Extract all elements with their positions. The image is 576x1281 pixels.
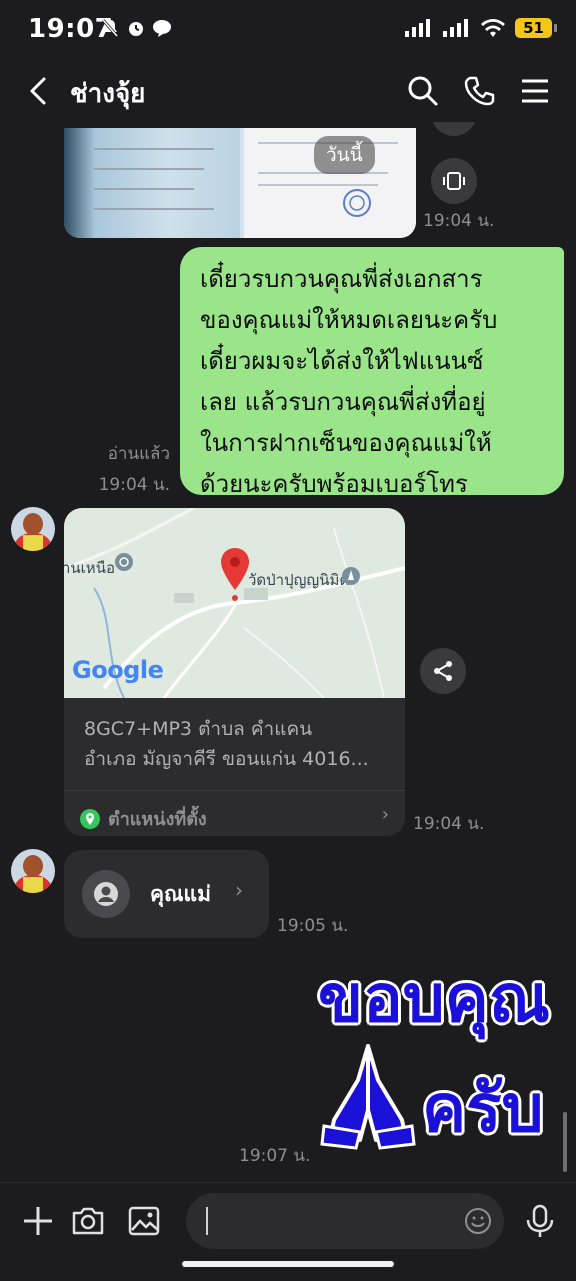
message-input[interactable]	[186, 1193, 504, 1249]
screenshot-button[interactable]	[431, 158, 477, 204]
plus-icon[interactable]	[20, 1203, 56, 1239]
message-line: ด้วยนะครับพร้อมเบอร์โทร	[200, 470, 468, 498]
avatar[interactable]	[11, 849, 55, 893]
emoji-icon[interactable]	[464, 1207, 492, 1235]
contact-name: คุณแม่	[150, 882, 211, 906]
praying-hands-icon	[320, 1044, 416, 1150]
message-time: 19:04 น.	[413, 814, 485, 834]
sticker-text: ครับ	[422, 1070, 544, 1147]
contact-message[interactable]: คุณแม่ ›	[64, 850, 269, 938]
status-notification-icons	[100, 18, 172, 38]
chat-title[interactable]: ช่างจุ้ย	[70, 73, 145, 114]
location-footer[interactable]: ตำแหน่งที่ตั้ง	[80, 804, 207, 833]
chevron-right-icon: ›	[235, 878, 243, 902]
status-system-icons: 51	[405, 18, 557, 38]
location-address: 8GC7+MP3 ตำบล คำแคน อำเภอ มัญจาคีรี ขอนแ…	[84, 714, 384, 774]
location-message[interactable]: านเหนือ วัดป่าปุญญนิมิต Google 8GC7+MP3 …	[64, 508, 405, 836]
person-icon	[94, 882, 118, 906]
camera-icon[interactable]	[70, 1203, 106, 1239]
date-chip: วันนี้	[314, 136, 375, 174]
message-line: เดี๋ยวรบกวนคุณพี่ส่งเอกสาร	[200, 265, 483, 293]
address-line: 8GC7+MP3 ตำบล คำแคน	[84, 718, 313, 740]
location-footer-label: ตำแหน่งที่ตั้ง	[108, 809, 207, 830]
map-label: านเหนือ	[64, 559, 115, 577]
signal-icon	[443, 19, 469, 37]
message-line: เดี๋ยวผมจะได้ส่งให้ไฟแนนซ์	[200, 347, 484, 375]
map-preview[interactable]: านเหนือ วัดป่าปุญญนิมิต Google	[64, 508, 405, 698]
image-message[interactable]: วันนี้	[64, 128, 416, 238]
menu-icon[interactable]	[518, 74, 552, 108]
status-bar: 19:07 51	[0, 0, 576, 60]
chevron-right-icon: ›	[381, 804, 389, 825]
message-time: 19:04 น.	[98, 475, 170, 495]
avatar[interactable]	[11, 507, 55, 551]
google-logo: Google	[72, 656, 164, 684]
wifi-icon	[481, 19, 506, 37]
divider	[64, 790, 405, 791]
chat-header: ช่างจุ้ย	[0, 60, 576, 122]
line-app-icon	[153, 20, 171, 37]
map-label: วัดป่าปุญญนิมิต	[248, 571, 350, 589]
id-card-image	[64, 128, 240, 238]
signal-icon	[405, 19, 431, 37]
message-line: เลย แล้วรบกวนคุณพี่ส่งที่อยู่	[200, 388, 486, 416]
outgoing-message[interactable]: เดี๋ยวรบกวนคุณพี่ส่งเอกสาร ของคุณแม่ให้ห…	[180, 247, 564, 498]
screenshot-icon	[443, 172, 465, 190]
read-label: อ่านแล้ว	[107, 444, 170, 464]
temple-icon	[115, 553, 133, 571]
battery-indicator: 51	[515, 18, 557, 38]
address-line: อำเภอ มัญจาคีรี ขอนแก่น 4016...	[84, 748, 369, 770]
text-caret	[206, 1207, 208, 1235]
phone-icon[interactable]	[462, 74, 496, 108]
stamp-seal-icon	[343, 189, 371, 217]
location-pin-icon	[221, 548, 249, 601]
share-button[interactable]	[420, 648, 466, 694]
message-line: ของคุณแม่ให้หมดเลยนะครับ	[200, 306, 498, 334]
location-pin-icon	[80, 808, 100, 829]
message-time: 19:05 น.	[277, 916, 349, 936]
landmark-icon	[342, 567, 360, 585]
search-icon[interactable]	[406, 74, 440, 108]
gallery-icon[interactable]	[126, 1203, 162, 1239]
scrollbar[interactable]	[563, 1112, 567, 1172]
alarm-icon	[129, 22, 143, 36]
share-button[interactable]	[431, 122, 477, 136]
home-indicator[interactable]	[182, 1261, 394, 1267]
input-bar	[0, 1182, 576, 1281]
contact-avatar	[82, 870, 130, 918]
share-icon	[434, 661, 452, 681]
message-time: 19:07 น.	[239, 1146, 311, 1166]
sticker-text: ขอบคุณ	[318, 960, 551, 1037]
back-arrow-icon[interactable]	[22, 74, 56, 108]
mic-icon[interactable]	[522, 1203, 558, 1239]
read-receipt: อ่านแล้ว 19:04 น.	[99, 440, 170, 498]
message-line: ในการฝากเซ็นของคุณแม่ให้	[200, 429, 492, 457]
thank-you-sticker[interactable]: ขอบคุณ ครับ	[312, 952, 564, 1152]
mute-bell-icon	[101, 19, 119, 37]
chat-area[interactable]: วันนี้ 19:04 น. เดี๋ยวรบกวนคุณพี่ส่งเอกส…	[0, 122, 576, 1182]
message-time: 19:04 น.	[423, 211, 495, 231]
